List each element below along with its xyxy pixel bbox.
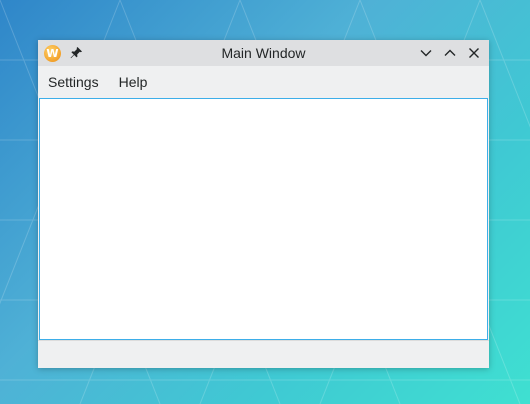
close-icon[interactable]	[466, 45, 482, 61]
central-content-area[interactable]	[39, 98, 488, 340]
window-titlebar[interactable]: W Main Window	[38, 40, 489, 66]
menu-settings[interactable]: Settings	[40, 69, 107, 95]
main-window: W Main Window Settings Help	[38, 40, 489, 368]
chevron-up-icon[interactable]	[442, 45, 458, 61]
menubar: Settings Help	[38, 66, 489, 98]
chevron-down-icon[interactable]	[418, 45, 434, 61]
menu-help[interactable]: Help	[111, 69, 156, 95]
status-bar	[38, 340, 489, 368]
